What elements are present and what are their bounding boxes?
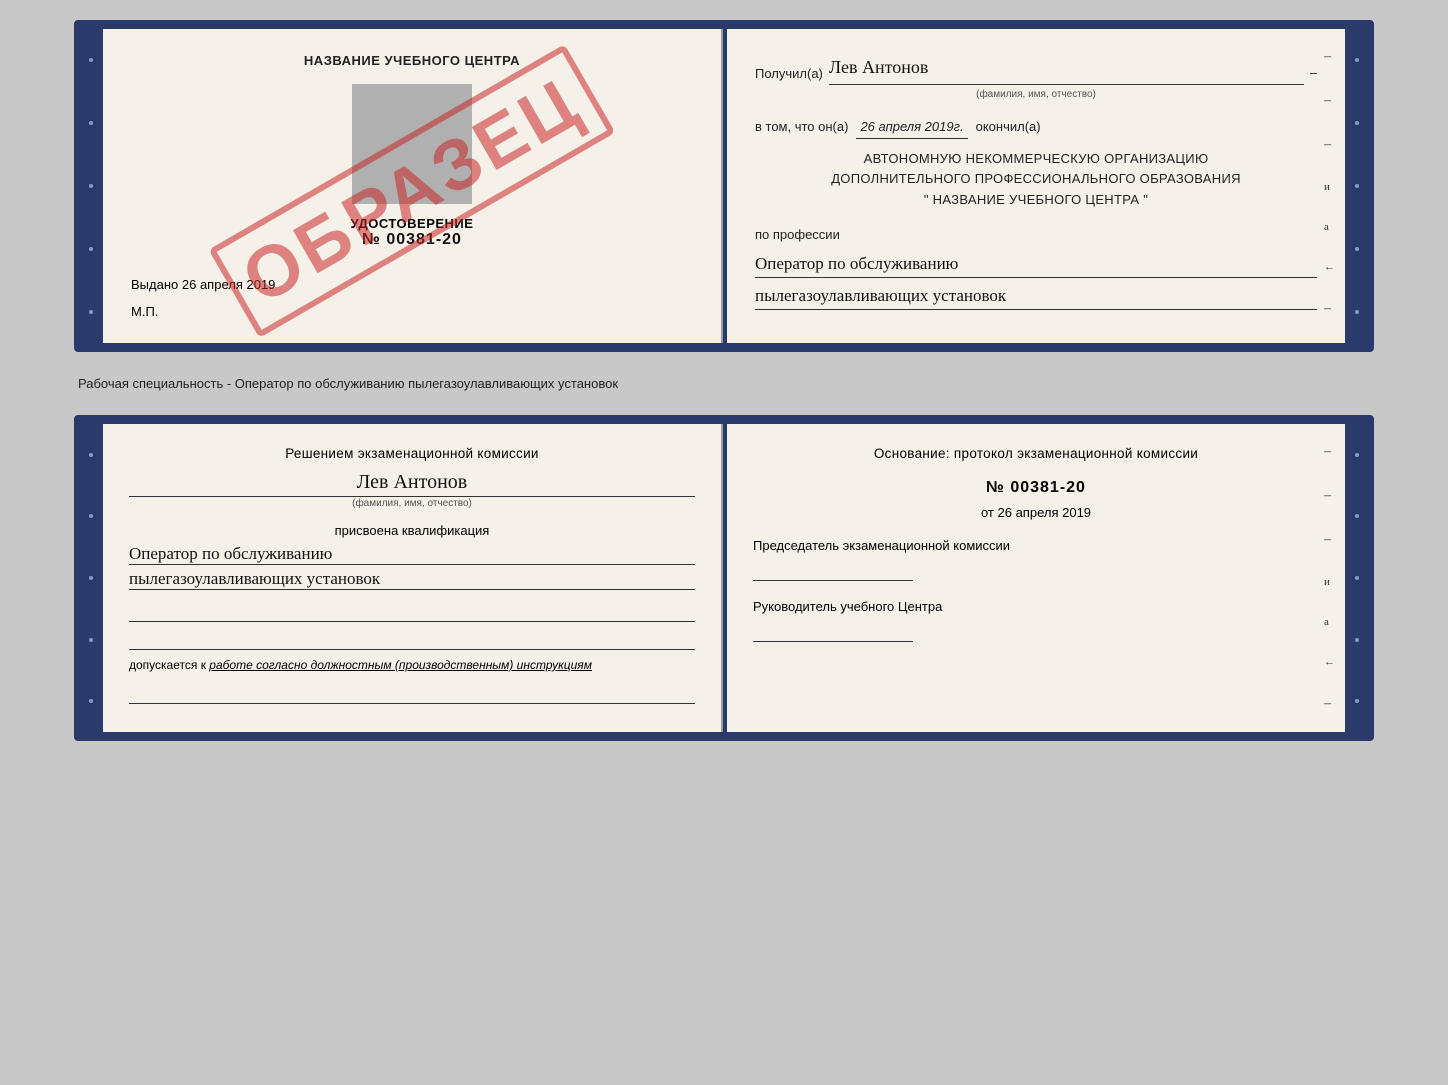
vtom-date: 26 апреля 2019г. [856, 117, 967, 139]
predsedatel-block: Председатель экзаменационной комиссии [753, 538, 1319, 581]
poluchil-row: Получил(а) Лев Антонов – [755, 53, 1317, 85]
org-line3: " НАЗВАНИЕ УЧЕБНОГО ЦЕНТРА " [755, 190, 1317, 211]
vtom-label: в том, что он(а) [755, 117, 848, 138]
rukovoditel-label: Руководитель учебного Центра [753, 599, 1319, 614]
ot-date: от 26 апреля 2019 [753, 505, 1319, 520]
udost-block: УДОСТОВЕРЕНИЕ № 00381-20 [131, 216, 693, 249]
predsedatel-label: Председатель экзаменационной комиссии [753, 538, 1319, 553]
separator-text: Рабочая специальность - Оператор по обсл… [74, 368, 1374, 399]
protocol-number: № 00381-20 [753, 479, 1319, 497]
rukovoditel-signature-line [753, 620, 913, 642]
bottom-cert-left-page: Решением экзаменационной комиссии Лев Ан… [103, 424, 723, 732]
spine-dot [89, 121, 93, 125]
resheniem-title: Решением экзаменационной комиссии [129, 446, 695, 461]
bottom-certificate-book: Решением экзаменационной комиссии Лев Ан… [74, 415, 1374, 741]
top-cert-right-page: Получил(а) Лев Антонов – (фамилия, имя, … [727, 29, 1345, 343]
bottom-right-dashes: – – – и а ← – – [1324, 444, 1335, 732]
empty-line-3 [129, 682, 695, 704]
vtom-row: в том, что он(а) 26 апреля 2019г. окончи… [755, 117, 1317, 139]
kvali-line2: пылегазоулавливающих установок [129, 569, 695, 590]
ot-date-value: 26 апреля 2019 [998, 505, 1092, 520]
org-line2: ДОПОЛНИТЕЛЬНОГО ПРОФЕССИОНАЛЬНОГО ОБРАЗО… [755, 169, 1317, 190]
photo-placeholder [352, 84, 472, 204]
right-spine [1349, 29, 1365, 343]
fio-hint-top: (фамилия, имя, отчество) [755, 87, 1317, 103]
bottom-cert-right-page: Основание: протокол экзаменационной коми… [727, 424, 1345, 732]
poluchil-label: Получил(а) [755, 64, 823, 85]
spine-dot [89, 58, 93, 62]
dopuskaetsya-value: работе согласно должностным (производств… [209, 658, 592, 672]
dopuskaetsya-block: допускается к работе согласно должностны… [129, 658, 695, 672]
vydano-label: Выдано [131, 277, 178, 292]
right-page-content: Получил(а) Лев Антонов – (фамилия, имя, … [755, 53, 1317, 310]
dash-after-name: – [1310, 63, 1317, 85]
spine-dot [89, 310, 93, 314]
prisvoena-label: присвоена квалификация [129, 523, 695, 538]
professiya-label: по профессии [755, 225, 1317, 246]
predsedatel-signature-line [753, 559, 913, 581]
empty-line-2 [129, 628, 695, 650]
poluchil-name: Лев Антонов [829, 53, 1304, 85]
bottom-fio-name: Лев Антонов [129, 471, 695, 494]
okonchil-label: окончил(а) [976, 117, 1041, 138]
bottom-fio-hint: (фамилия, имя, отчество) [129, 496, 695, 509]
spine-dot [89, 184, 93, 188]
bottom-left-spine [83, 424, 99, 732]
top-cert-left-page: НАЗВАНИЕ УЧЕБНОГО ЦЕНТРА УДОСТОВЕРЕНИЕ №… [103, 29, 723, 343]
ot-label: от [981, 505, 994, 520]
top-certificate-book: НАЗВАНИЕ УЧЕБНОГО ЦЕНТРА УДОСТОВЕРЕНИЕ №… [74, 20, 1374, 352]
osnovanie-title: Основание: протокол экзаменационной коми… [753, 446, 1319, 461]
dopuskaetsya-prefix: допускается к [129, 658, 206, 672]
bottom-right-spine [1349, 424, 1365, 732]
empty-line-1 [129, 600, 695, 622]
rukovoditel-block: Руководитель учебного Центра [753, 599, 1319, 642]
professiya-value-line1: Оператор по обслуживанию [755, 250, 1317, 278]
udost-number: № 00381-20 [131, 231, 693, 249]
right-dashes: – – – и а ← – – – – [1324, 49, 1335, 343]
vydano-row: Выдано 26 апреля 2019 [131, 277, 693, 292]
vydano-date: 26 апреля 2019 [182, 277, 276, 292]
professiya-value-line2: пылегазоулавливающих установок [755, 282, 1317, 310]
udost-title: УДОСТОВЕРЕНИЕ [131, 216, 693, 231]
mp-label: М.П. [131, 304, 693, 319]
org-block: АВТОНОМНУЮ НЕКОММЕРЧЕСКУЮ ОРГАНИЗАЦИЮ ДО… [755, 149, 1317, 211]
top-cert-title: НАЗВАНИЕ УЧЕБНОГО ЦЕНТРА [131, 53, 693, 68]
left-spine [83, 29, 99, 343]
kvali-line1: Оператор по обслуживанию [129, 544, 695, 565]
document-container: НАЗВАНИЕ УЧЕБНОГО ЦЕНТРА УДОСТОВЕРЕНИЕ №… [74, 20, 1374, 741]
spine-dot [89, 247, 93, 251]
org-line1: АВТОНОМНУЮ НЕКОММЕРЧЕСКУЮ ОРГАНИЗАЦИЮ [755, 149, 1317, 170]
